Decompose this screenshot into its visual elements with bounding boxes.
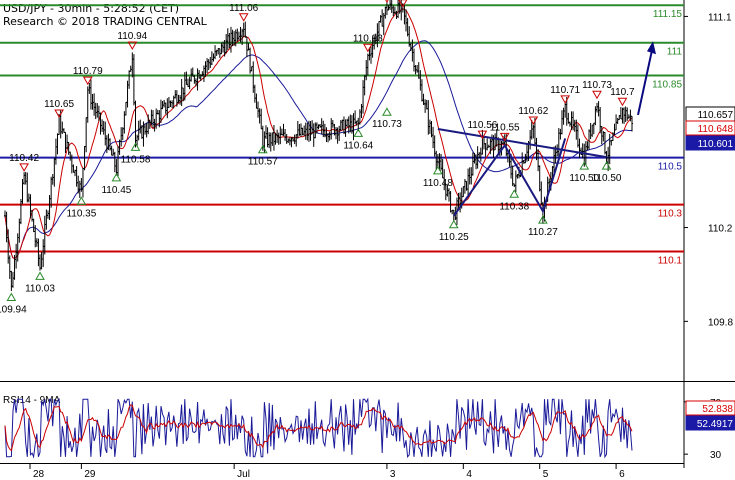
current-price-value: 110.657 xyxy=(698,110,734,121)
swing-low-label: 110.25 xyxy=(439,232,469,243)
chart-title: USD/JPY - 30min - 5:28:52 (CET) xyxy=(3,2,179,15)
swing-low-label: 110.35 xyxy=(66,208,96,219)
swing-low-label: 110.58 xyxy=(121,154,151,165)
swing-low-label: 110.64 xyxy=(343,140,373,151)
rsi-title: RSI14 - 9MA xyxy=(3,395,61,406)
swing-high-label: 110.79 xyxy=(73,66,103,77)
level-label: 110.85 xyxy=(652,80,682,91)
swing-high-label: 110.55 xyxy=(490,122,520,133)
swing-low-label: 110.27 xyxy=(528,227,558,238)
swing-high-label: 110.71 xyxy=(550,85,580,96)
time-axis-label: 3 xyxy=(390,469,396,480)
level-label: 111.15 xyxy=(653,9,683,20)
rsi-fast-value: 52.838 xyxy=(702,404,733,415)
current-value-tags: 110.657 110.648 110.601 xyxy=(685,106,735,151)
swing-high-label: 110.65 xyxy=(44,99,74,110)
swing-high-label: 110.94 xyxy=(117,31,147,42)
price-axis-label: 110.2 xyxy=(708,224,733,235)
swing-high-label: 110.42 xyxy=(9,153,39,164)
level-label: 110.1 xyxy=(658,255,683,266)
swing-low-label: 110.03 xyxy=(25,283,55,294)
time-axis-label: 5 xyxy=(543,469,549,480)
price-axis-label: 109.8 xyxy=(708,317,733,328)
current-slow-value: 110.601 xyxy=(698,139,734,150)
time-axis-label: 4 xyxy=(466,469,472,480)
swing-high-label: 110.62 xyxy=(518,106,548,117)
chart-subtitle: Research © 2018 TRADING CENTRAL xyxy=(3,15,208,28)
swing-low-label: 110.48 xyxy=(423,178,453,189)
level-label: 111 xyxy=(667,47,683,58)
swing-high-label: 110.93 xyxy=(353,33,383,44)
time-axis-label: 29 xyxy=(84,469,96,480)
swing-high-label: 110.7 xyxy=(610,87,635,98)
swing-low-label: 110.50 xyxy=(592,173,622,184)
rsi-slow-value: 52.4917 xyxy=(697,419,734,430)
swing-low-label: 109.94 xyxy=(0,305,27,316)
swing-high-label: 110.73 xyxy=(582,80,612,91)
swing-low-label: 110.57 xyxy=(248,157,278,168)
chart-canvas: USD/JPY - 30min - 5:28:52 (CET) Research… xyxy=(0,0,735,480)
time-axis-label: 6 xyxy=(619,469,625,480)
level-label: 110.5 xyxy=(658,162,683,173)
time-axis-label: Jul xyxy=(237,469,250,480)
swing-low-label: 110.38 xyxy=(499,201,529,212)
swing-low-label: 110.73 xyxy=(372,119,402,130)
current-fast-value: 110.648 xyxy=(698,124,734,135)
time-axis-label: 28 xyxy=(33,469,45,480)
price-axis-label: 111.1 xyxy=(708,12,732,23)
swing-high-label: 111.06 xyxy=(229,3,259,14)
level-label: 110.3 xyxy=(658,209,683,220)
rsi-axis-label: 30 xyxy=(710,450,722,461)
swing-low-label: 110.45 xyxy=(101,185,131,196)
